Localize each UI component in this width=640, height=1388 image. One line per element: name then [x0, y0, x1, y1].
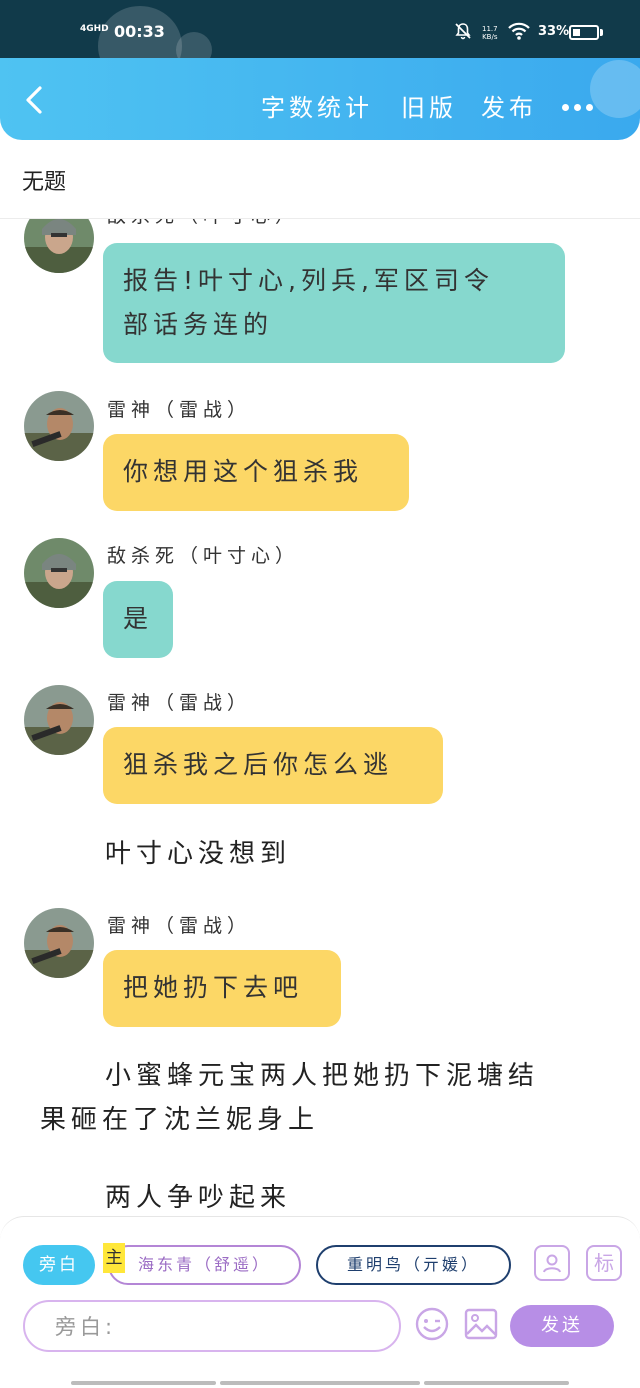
dialogue-bubble[interactable]: 你想用这个狙杀我	[103, 434, 409, 511]
role-chip-haidongqing[interactable]: 海东青（舒遥）	[108, 1245, 301, 1285]
speaker-name: 敌杀死（叶寸心）	[107, 219, 299, 228]
doc-title[interactable]: 无题	[22, 164, 66, 196]
person-icon	[543, 1254, 561, 1273]
speaker-name: 雷神（雷战）	[107, 692, 252, 714]
battery-tip	[600, 29, 603, 36]
title-row[interactable]: 无题	[0, 140, 640, 219]
clock: 00:33	[114, 22, 165, 41]
gesture-bar	[220, 1381, 420, 1385]
bubble-line: 部话务连的	[123, 310, 274, 339]
speaker-name: 雷神（雷战）	[107, 915, 252, 937]
net-speed-value: 11.7	[482, 25, 498, 33]
send-button[interactable]: 发送	[510, 1305, 614, 1347]
gesture-bar	[424, 1381, 569, 1385]
battery-fill	[573, 29, 580, 36]
avatar-ye-cunxin[interactable]	[24, 538, 94, 608]
bubble-line: 狙杀我之后你怎么逃	[123, 750, 394, 779]
narrator-chip[interactable]: 旁白	[23, 1245, 95, 1285]
avatar-lei-zhan[interactable]	[24, 908, 94, 978]
battery-icon	[569, 25, 599, 40]
message-input[interactable]	[53, 1314, 377, 1340]
role-chip-chongmingniao[interactable]: 重明鸟（亓媛）	[316, 1245, 511, 1285]
avatar-lei-zhan[interactable]	[24, 391, 94, 461]
dialogue-bubble[interactable]: 报告!叶寸心,列兵,军区司令 部话务连的	[103, 243, 565, 363]
status-bar: 4GHD 00:33 11.7 KB/s 33%	[0, 0, 640, 86]
wifi-icon	[508, 22, 530, 44]
image-button[interactable]	[463, 1306, 499, 1342]
bubble-line: 报告!叶寸心,列兵,军区司令	[123, 266, 494, 295]
avatar-ye-cunxin[interactable]	[24, 219, 94, 273]
chevron-left-icon	[26, 86, 42, 114]
bubble-line: 是	[123, 604, 154, 633]
narration-text[interactable]: 叶寸心没想到	[105, 833, 291, 870]
battery-percent: 33%	[538, 24, 570, 39]
bubble-line: 把她扔下去吧	[123, 973, 304, 1002]
narration-text[interactable]: 果砸在了沈兰妮身上	[40, 1099, 319, 1136]
app-bar: 字数统计 旧版 发布	[0, 58, 640, 140]
back-button[interactable]	[18, 82, 54, 118]
dialogue-bubble[interactable]: 是	[103, 581, 173, 658]
avatar-lei-zhan[interactable]	[24, 685, 94, 755]
speaker-name: 敌杀死（叶寸心）	[107, 545, 300, 567]
net-speed-unit: KB/s	[482, 33, 498, 41]
bubble-line: 你想用这个狙杀我	[123, 457, 364, 486]
speaker-name: 雷神（雷战）	[107, 399, 252, 421]
dialogue-bubble[interactable]: 狙杀我之后你怎么逃	[103, 727, 443, 804]
word-count-button[interactable]: 字数统计	[261, 88, 373, 123]
decor-bubble	[590, 60, 640, 118]
composer-panel: 旁白 海东青（舒遥） 主 重明鸟（亓媛） 标 发送	[0, 1216, 640, 1388]
mute-bell-icon	[454, 22, 472, 45]
tag-button[interactable]: 标	[586, 1245, 622, 1281]
gesture-bar	[71, 1381, 216, 1385]
main-role-badge: 主	[103, 1243, 125, 1273]
more-options-icon[interactable]	[562, 96, 602, 111]
chat-area[interactable]: 敌杀死（叶寸心） 报告!叶寸心,列兵,军区司令 部话务连的 雷神（雷战） 你想用…	[0, 219, 640, 1217]
narration-text[interactable]: 两人争吵起来	[105, 1177, 291, 1214]
network-type: 4GHD	[80, 24, 109, 34]
net-speed: 11.7 KB/s	[482, 25, 498, 41]
message-input-box[interactable]	[23, 1300, 401, 1352]
image-icon	[464, 1308, 498, 1340]
publish-button[interactable]: 发布	[481, 88, 537, 123]
narration-text[interactable]: 小蜜蜂元宝两人把她扔下泥塘结	[105, 1055, 539, 1092]
role-manage-button[interactable]	[534, 1245, 570, 1281]
old-version-button[interactable]: 旧版	[401, 88, 457, 123]
emoji-button[interactable]	[414, 1306, 450, 1342]
smiley-icon	[415, 1307, 449, 1341]
dialogue-bubble[interactable]: 把她扔下去吧	[103, 950, 341, 1027]
